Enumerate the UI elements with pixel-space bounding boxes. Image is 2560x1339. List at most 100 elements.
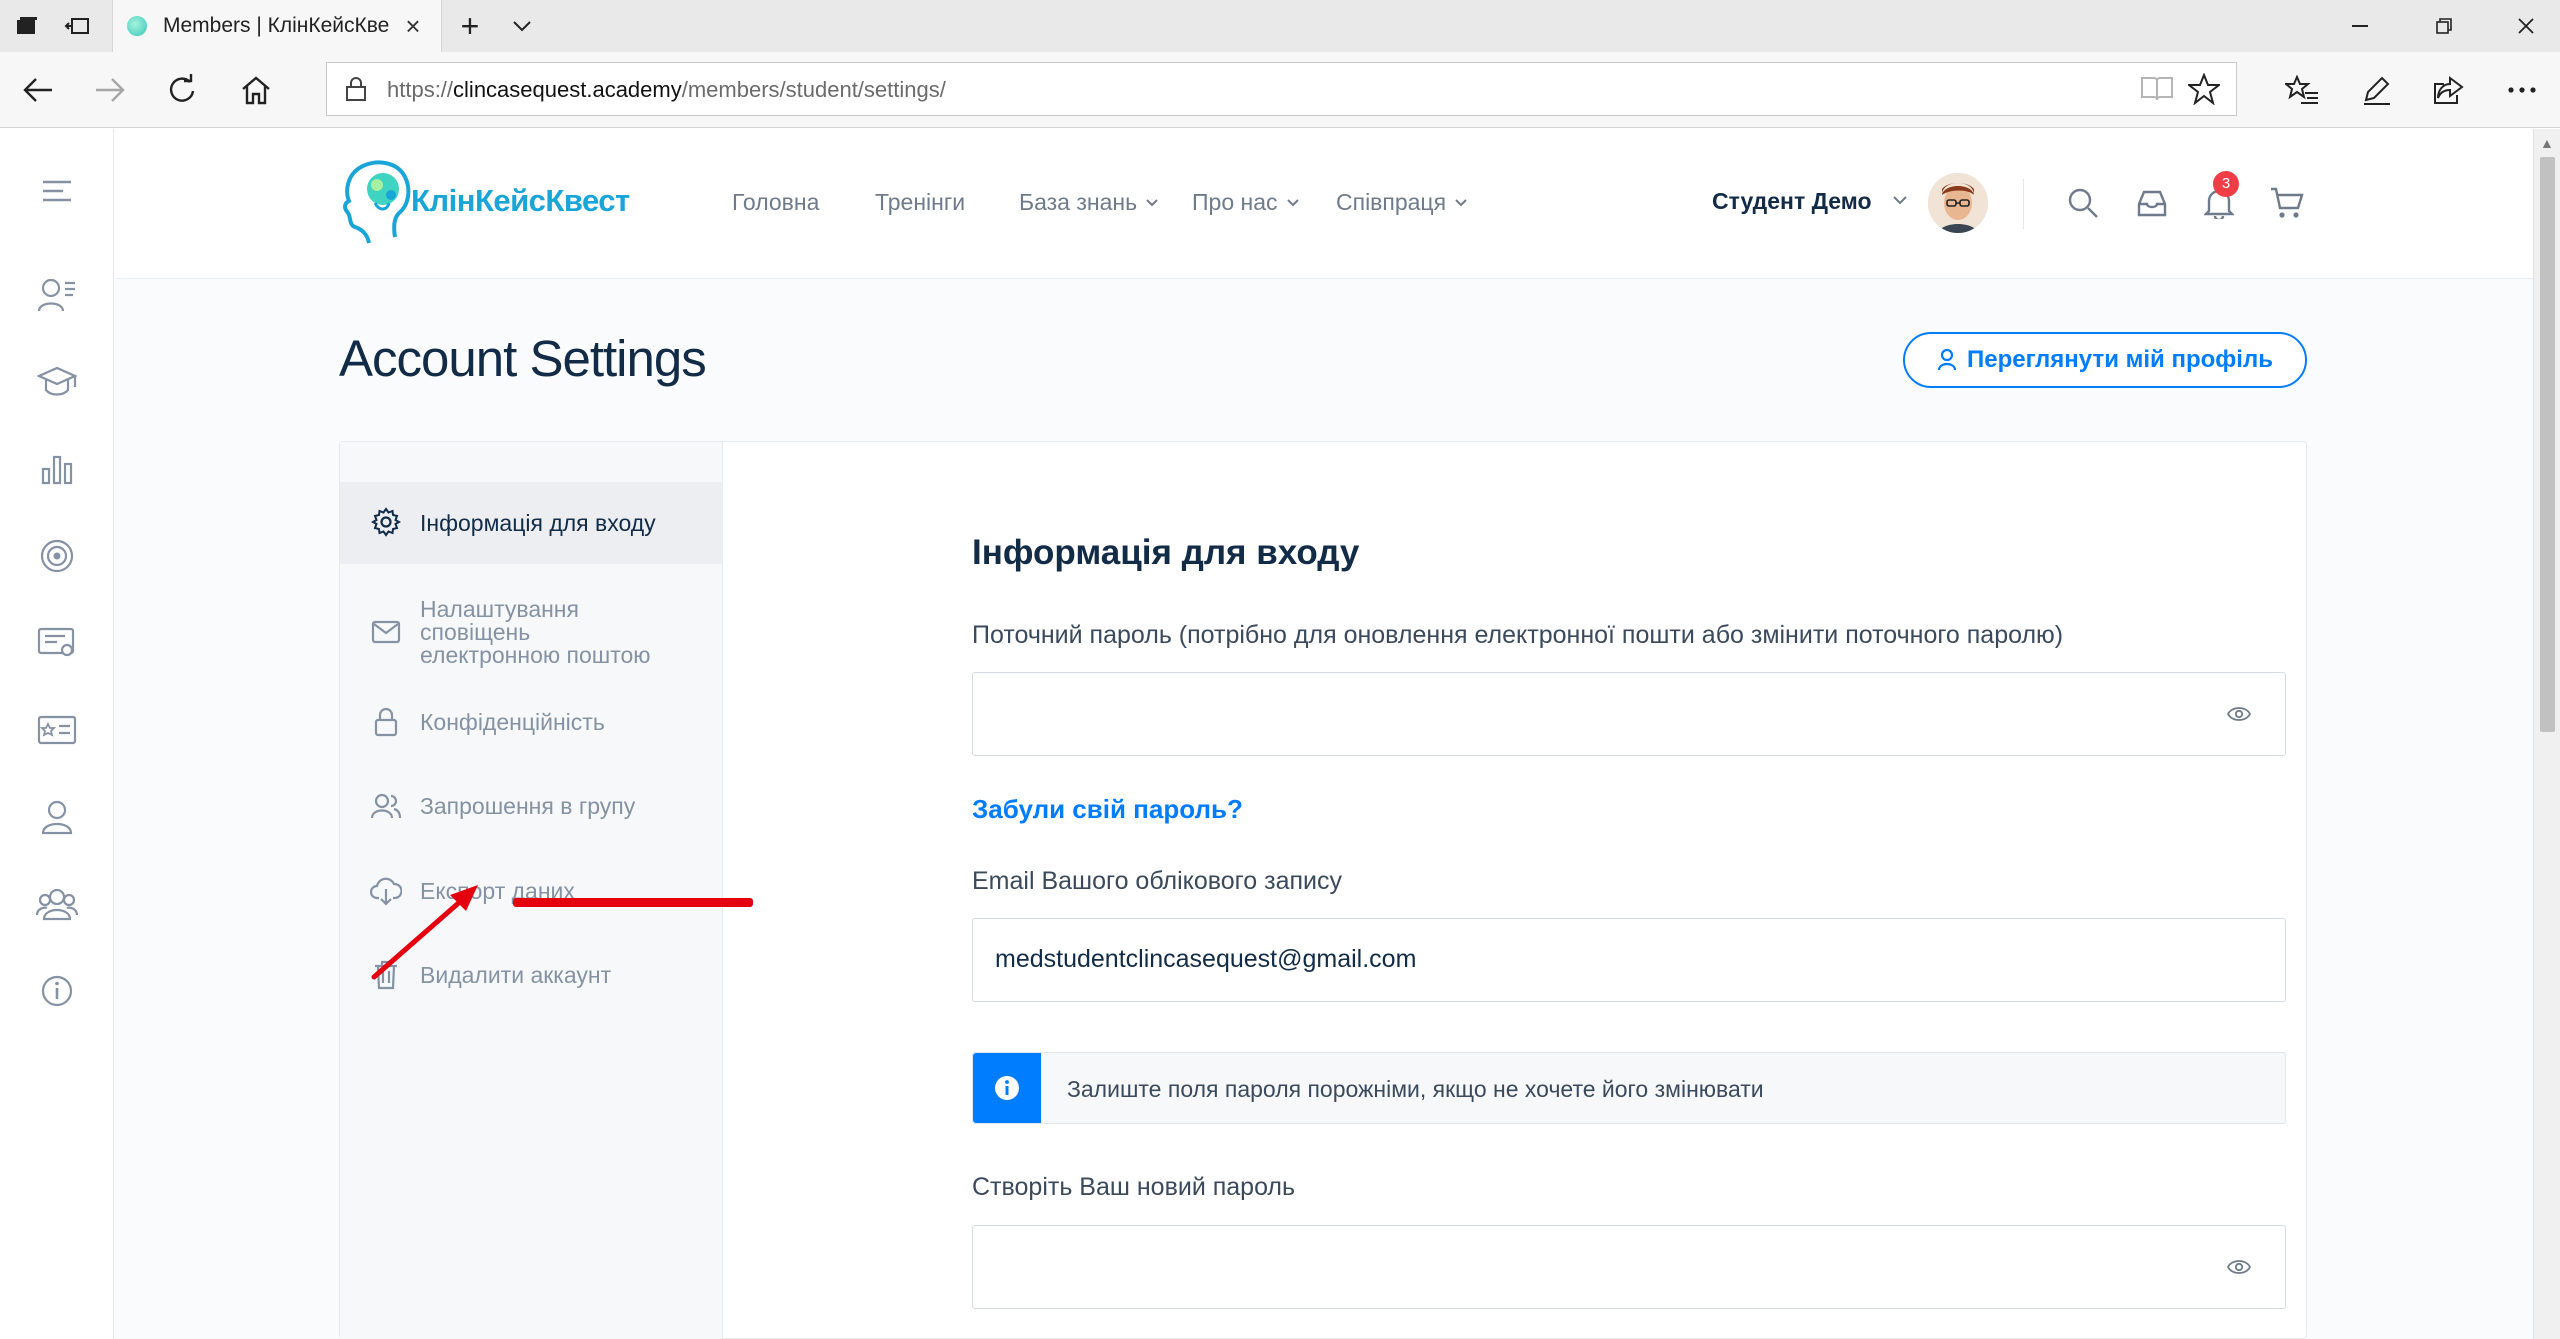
nav-trainings[interactable]: Тренінги — [875, 189, 965, 216]
new-tab-button[interactable]: + — [452, 8, 488, 44]
tabs-aside-icon[interactable] — [60, 10, 94, 42]
settings-nav-email-notifications[interactable]: Налаштування сповіщень електронною пошто… — [340, 592, 723, 672]
notification-badge: 3 — [2213, 171, 2239, 197]
tab-list-chevron-icon[interactable] — [506, 10, 538, 42]
target-icon[interactable] — [35, 534, 79, 578]
url-domain: clincasequest.academy — [453, 77, 682, 102]
envelope-icon — [370, 616, 402, 648]
nav-about[interactable]: Про нас — [1192, 189, 1300, 216]
scrollbar[interactable]: ▲ — [2533, 129, 2560, 1339]
forgot-password-link[interactable]: Забули свій пароль? — [972, 794, 1243, 825]
certificate-icon[interactable] — [35, 621, 79, 665]
stats-chart-icon[interactable] — [35, 447, 79, 491]
user-name[interactable]: Студент Демо — [1712, 188, 1872, 215]
header-divider — [2023, 179, 2024, 229]
minimize-icon[interactable] — [2340, 10, 2380, 42]
view-profile-label: Переглянути мій профіль — [1967, 346, 2273, 373]
members-icon[interactable] — [35, 795, 79, 839]
courses-graduation-icon[interactable] — [35, 360, 79, 404]
lock-icon — [370, 706, 402, 738]
favicon-icon — [127, 16, 147, 36]
settings-nav-group-invites[interactable]: Запрошення в групу — [340, 776, 723, 836]
share-icon[interactable] — [2426, 68, 2470, 112]
settings-nav-privacy[interactable]: Конфіденційність — [340, 692, 723, 752]
back-icon[interactable] — [16, 68, 60, 112]
nav-label: Головна — [732, 189, 820, 215]
settings-nav-label: Запрошення в групу — [420, 793, 636, 819]
restore-icon[interactable] — [2424, 10, 2464, 42]
side-rail — [0, 129, 114, 1339]
current-password-label: Поточний пароль (потрібно для оновлення … — [972, 621, 2064, 649]
settings-nav-label-line: електронною поштою — [420, 642, 651, 668]
nav-home[interactable]: Головна — [732, 189, 819, 216]
page-title: Account Settings — [339, 330, 707, 387]
nav-label: Про нас — [1192, 189, 1278, 215]
site-header: КлінКейсКвест Головна Тренінги База знан… — [115, 129, 2533, 279]
settings-nav-label: Налаштування сповіщень електронною пошто… — [420, 598, 651, 667]
pen-icon[interactable] — [2354, 68, 2398, 112]
nav-label: Співпраця — [1336, 189, 1447, 215]
tab-actions-icon[interactable] — [10, 10, 44, 42]
search-icon[interactable] — [2063, 183, 2103, 223]
scroll-up-icon[interactable]: ▲ — [2540, 135, 2554, 151]
settings-nav-label-line: сповіщень — [420, 619, 531, 645]
new-password-field[interactable] — [972, 1225, 2286, 1309]
eye-icon[interactable] — [2227, 1258, 2251, 1276]
avatar[interactable] — [1928, 173, 1988, 233]
close-window-icon[interactable] — [2506, 10, 2546, 42]
nav-label: Тренінги — [875, 189, 966, 215]
inbox-icon[interactable] — [2132, 183, 2172, 223]
current-password-field[interactable] — [972, 672, 2286, 756]
more-options-icon[interactable] — [2500, 68, 2544, 112]
url-text: https://clincasequest.academy/members/st… — [387, 77, 946, 103]
menu-toggle-icon[interactable] — [35, 169, 79, 213]
chevron-down-icon — [1455, 198, 1467, 206]
url-field[interactable]: https://clincasequest.academy/members/st… — [326, 62, 2237, 116]
email-field[interactable]: medstudentclincasequest@gmail.com — [972, 918, 2286, 1002]
browser-tab-bar: Members | КлінКейсКве × + — [0, 0, 2560, 52]
settings-nav-label: Конфіденційність — [420, 709, 605, 735]
favorites-list-icon[interactable] — [2280, 68, 2324, 112]
home-icon[interactable] — [234, 68, 278, 112]
user-menu-chevron-icon[interactable] — [1892, 193, 1908, 207]
nav-knowledge-base[interactable]: База знань — [1019, 189, 1159, 216]
browser-tab[interactable]: Members | КлінКейсКве × — [112, 0, 442, 52]
annotation-arrow — [371, 885, 478, 980]
email-value: medstudentclincasequest@gmail.com — [995, 945, 1417, 973]
forward-icon[interactable] — [88, 68, 132, 112]
nav-cooperation[interactable]: Співпраця — [1336, 189, 1468, 216]
chevron-down-icon — [1146, 198, 1158, 206]
view-profile-button[interactable]: Переглянути мій профіль — [1903, 332, 2307, 388]
settings-nav-login-info[interactable]: Інформація для входу — [340, 482, 723, 564]
refresh-icon[interactable] — [160, 68, 204, 112]
new-password-label: Створіть Ваш новий пароль — [972, 1173, 1296, 1201]
user-icon — [1937, 348, 1957, 371]
info-circle-icon[interactable] — [35, 969, 79, 1013]
users-icon — [370, 790, 402, 822]
scrollbar-thumb[interactable] — [2540, 157, 2555, 732]
tab-close-icon[interactable]: × — [397, 10, 429, 42]
settings-nav-label-line: Налаштування — [420, 596, 579, 622]
info-icon — [973, 1053, 1041, 1123]
logo-text[interactable]: КлінКейсКвест — [411, 183, 630, 219]
favorite-star-icon[interactable] — [2186, 72, 2222, 110]
browser-address-bar: https://clincasequest.academy/members/st… — [0, 52, 2560, 128]
nav-label: База знань — [1019, 189, 1138, 215]
reading-view-icon[interactable] — [2140, 75, 2174, 108]
info-notice: Залиште поля пароля порожніми, якщо не х… — [972, 1052, 2286, 1124]
lock-icon — [345, 76, 367, 107]
chevron-down-icon — [1286, 198, 1299, 206]
groups-icon[interactable] — [35, 882, 79, 926]
cart-icon[interactable] — [2267, 183, 2307, 223]
email-label: Email Вашого облікового запису — [972, 867, 1342, 895]
badge-card-icon[interactable] — [35, 708, 79, 752]
info-notice-text: Залиште поля пароля порожніми, якщо не х… — [1067, 1076, 1764, 1102]
gear-icon — [370, 506, 402, 538]
tab-title: Members | КлінКейсКве — [163, 14, 390, 37]
settings-nav-label: Інформація для входу — [420, 510, 656, 536]
profile-icon[interactable] — [35, 273, 79, 317]
annotation-underline — [513, 898, 753, 907]
section-heading: Інформація для входу — [972, 533, 1360, 572]
eye-icon[interactable] — [2227, 705, 2251, 723]
url-prefix: https:// — [387, 77, 454, 102]
